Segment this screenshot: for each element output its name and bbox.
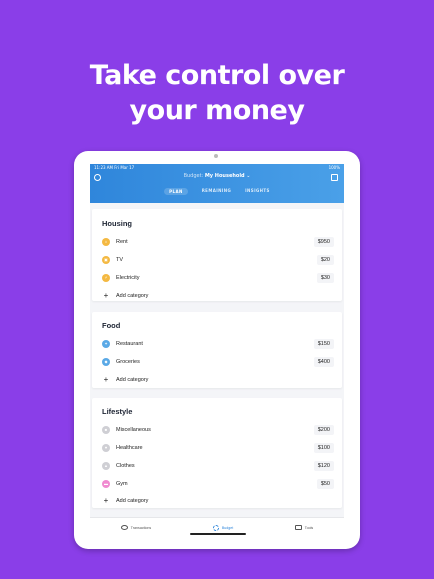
category-amount[interactable]: $400 — [313, 357, 334, 367]
nav-budget[interactable]: Budget — [212, 524, 234, 531]
group-card-food: Food ✦ Restaurant $150 ◆ Groceries $400 … — [92, 312, 342, 388]
status-bar: 11:23 AM Fri Mar 17 100% — [94, 165, 340, 171]
category-amount[interactable]: $30 — [316, 273, 334, 283]
heart-icon: ♥ — [102, 444, 110, 452]
add-category-label: Add category — [116, 377, 149, 383]
status-battery: 100% — [328, 165, 340, 170]
category-label: Rent — [116, 239, 128, 245]
group-title: Housing — [102, 219, 132, 228]
add-category-button[interactable]: + Add category — [102, 373, 334, 387]
category-row[interactable]: ▬ Gym $50 — [102, 477, 334, 491]
category-label: Clothes — [116, 463, 135, 469]
box-icon: ■ — [102, 426, 110, 434]
category-label: Gym — [116, 481, 128, 487]
category-amount[interactable]: $950 — [313, 237, 334, 247]
category-row[interactable]: ▣ TV $20 — [102, 253, 334, 267]
add-category-label: Add category — [116, 293, 149, 299]
headline-line-1: Take control over — [89, 60, 345, 91]
bottom-navigation: Transactions Budget Tools — [90, 517, 344, 537]
category-label: TV — [116, 257, 124, 263]
category-amount[interactable]: $100 — [313, 443, 334, 453]
fork-knife-icon: ✦ — [102, 340, 110, 348]
category-amount[interactable]: $120 — [313, 461, 334, 471]
category-amount[interactable]: $150 — [313, 339, 334, 349]
app-header: 11:23 AM Fri Mar 17 100% Budget: My Hous… — [90, 164, 344, 203]
dumbbell-icon: ▬ — [102, 480, 110, 488]
headline-line-2: your money — [129, 95, 305, 126]
add-category-button[interactable]: + Add category — [102, 289, 334, 303]
tablet-frame: 11:23 AM Fri Mar 17 100% Budget: My Hous… — [74, 151, 360, 549]
group-card-lifestyle: Lifestyle ■ Miscellaneous $200 ♥ Healthc… — [92, 398, 342, 508]
tab-plan[interactable]: PLAN — [164, 188, 188, 195]
tab-insights[interactable]: INSIGHTS — [245, 188, 270, 195]
category-label: Restaurant — [116, 341, 143, 347]
edit-icon[interactable] — [331, 174, 338, 181]
category-label: Groceries — [116, 359, 140, 365]
plus-icon: + — [103, 291, 109, 300]
category-amount[interactable]: $50 — [316, 479, 334, 489]
budget-label: Budget: — [183, 173, 204, 179]
budget-icon — [212, 524, 219, 531]
category-label: Electricity — [116, 275, 140, 281]
home-icon: ⌂ — [102, 238, 110, 246]
eye-icon — [120, 525, 128, 530]
budget-name: My Household — [204, 173, 245, 179]
nav-transactions[interactable]: Transactions — [120, 525, 152, 530]
nav-tools[interactable]: Tools — [294, 525, 314, 530]
add-category-button[interactable]: + Add category — [102, 494, 334, 508]
nav-label: Budget — [221, 525, 234, 530]
tv-icon: ▣ — [102, 256, 110, 264]
bolt-icon: ⚡ — [102, 274, 110, 282]
cart-icon: ◆ — [102, 358, 110, 366]
budget-selector[interactable]: Budget: My Household ⌄ — [90, 173, 344, 179]
promo-headline: Take control over your money — [0, 58, 434, 128]
nav-label: Tools — [304, 525, 314, 530]
category-row[interactable]: ⚡ Electricity $30 — [102, 271, 334, 285]
tab-remaining[interactable]: REMAINING — [202, 188, 231, 195]
status-date: Fri Mar 17 — [114, 165, 135, 170]
status-time: 11:23 AM — [94, 165, 113, 170]
app-screen: 11:23 AM Fri Mar 17 100% Budget: My Hous… — [90, 164, 344, 537]
plus-icon: + — [103, 375, 109, 384]
plus-icon: + — [103, 496, 109, 505]
add-category-label: Add category — [116, 498, 149, 504]
category-row[interactable]: ■ Miscellaneous $200 — [102, 423, 334, 437]
category-row[interactable]: ◆ Groceries $400 — [102, 355, 334, 369]
home-indicator — [190, 533, 246, 535]
group-title: Food — [102, 321, 121, 330]
category-label: Healthcare — [116, 445, 143, 451]
category-amount[interactable]: $20 — [316, 255, 334, 265]
group-card-housing: Housing ⌂ Rent $950 ▣ TV $20 ⚡ Electrici… — [92, 209, 342, 301]
tab-bar: PLAN REMAINING INSIGHTS — [90, 188, 344, 195]
chevron-down-icon: ⌄ — [246, 173, 251, 179]
group-title: Lifestyle — [102, 407, 133, 416]
shirt-icon: ▲ — [102, 462, 110, 470]
toolbox-icon — [294, 525, 302, 530]
nav-label: Transactions — [130, 525, 152, 530]
category-label: Miscellaneous — [116, 427, 151, 433]
camera-icon — [214, 154, 218, 158]
category-row[interactable]: ♥ Healthcare $100 — [102, 441, 334, 455]
category-row[interactable]: ⌂ Rent $950 — [102, 235, 334, 249]
category-amount[interactable]: $200 — [313, 425, 334, 435]
category-row[interactable]: ▲ Clothes $120 — [102, 459, 334, 473]
category-row[interactable]: ✦ Restaurant $150 — [102, 337, 334, 351]
